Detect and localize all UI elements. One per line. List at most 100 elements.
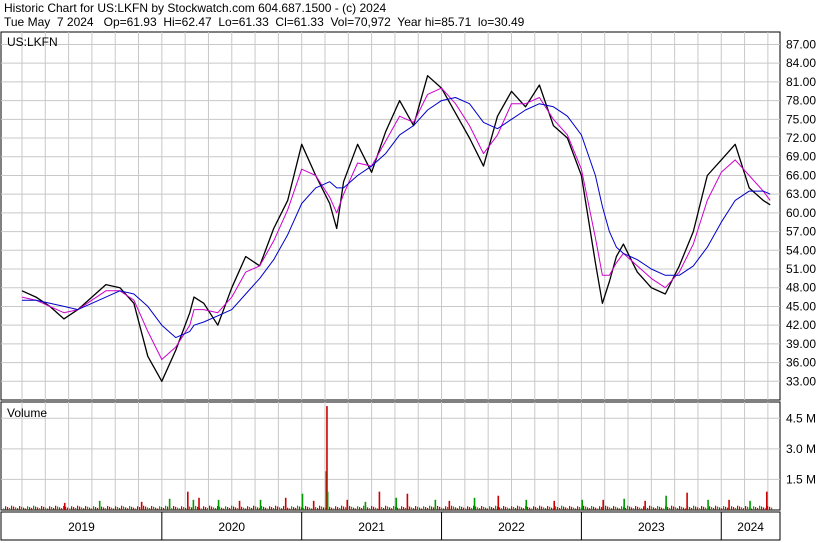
volume-bar-base (71, 506, 73, 510)
volume-bar-base (21, 506, 23, 510)
volume-bar-base (575, 508, 577, 510)
volume-bar-base (705, 507, 707, 510)
volume-bar-base (655, 508, 657, 510)
volume-bar-base (77, 505, 79, 510)
volume-bar-base (467, 506, 469, 510)
volume-label: Volume (7, 406, 47, 420)
volume-bar-base (75, 507, 77, 510)
volume-tick-labels: 4.5 M 3.0 M 1.5 M (786, 411, 816, 486)
volume-bar-base (413, 508, 415, 510)
volume-bar-base (271, 507, 273, 510)
volume-bar-base (717, 506, 719, 510)
volume-bar-base (109, 506, 111, 510)
volume-bar-base (569, 505, 571, 510)
price-tick-label: 45.00 (786, 299, 816, 313)
volume-bar-base (591, 505, 593, 510)
volume-bar-base (295, 507, 297, 510)
volume-bar (473, 497, 476, 510)
volume-bar-base (363, 505, 365, 510)
volume-bar-base (421, 508, 423, 510)
volume-bar-base (105, 508, 107, 510)
volume-bar-base (37, 507, 39, 510)
volume-bar-base (639, 507, 641, 510)
volume-bar-base (557, 507, 559, 510)
volume-bar-base (757, 507, 759, 510)
volume-bar-base (549, 506, 551, 510)
volume-bar-base (667, 507, 669, 510)
volume-bar-base (439, 506, 441, 510)
volume-bar-base (531, 508, 533, 510)
volume-bar (581, 499, 584, 510)
volume-bar-base (401, 506, 403, 510)
volume-bar-base (161, 507, 163, 510)
volume-bar-base (709, 506, 711, 510)
volume-bar (238, 500, 241, 510)
volume-bar-base (129, 505, 131, 510)
volume-bar-base (249, 507, 251, 510)
volume-bar-base (547, 505, 549, 510)
volume-bar-base (317, 507, 319, 510)
volume-bar-base (579, 507, 581, 510)
volume-bar-base (17, 508, 19, 510)
volume-bar-base (377, 508, 379, 510)
volume-bar-base (713, 507, 715, 510)
volume-bar-base (205, 507, 207, 510)
volume-bar-base (375, 507, 377, 510)
volume-bar-base (437, 505, 439, 510)
volume-bar-base (39, 508, 41, 510)
volume-bar-base (491, 507, 493, 510)
volume-bar-base (67, 507, 69, 510)
volume-bar (749, 500, 751, 510)
volume-bar-base (247, 506, 249, 510)
volume-bar-base (213, 507, 215, 510)
volume-bar-base (27, 506, 29, 510)
year-label: 2023 (638, 520, 665, 534)
volume-bar-base (331, 507, 333, 510)
volume-bar-base (541, 506, 543, 510)
volume-bar-base (735, 507, 737, 510)
volume-bar-base (101, 506, 103, 510)
volume-bar-base (653, 507, 655, 510)
volume-bar-base (185, 507, 187, 510)
volume-bar-base (7, 507, 9, 510)
volume-bar-base (253, 505, 255, 510)
volume-bar-base (633, 508, 635, 510)
volume-bar-base (543, 507, 545, 510)
volume-bar-base (123, 506, 125, 510)
volume-bar-base (289, 508, 291, 510)
volume-bar-base (143, 505, 145, 510)
volume-bar-base (279, 507, 281, 510)
volume-bar-base (733, 507, 735, 510)
volume-bar-base (423, 506, 425, 510)
volume-bar-base (743, 508, 745, 510)
volume-bar-base (215, 508, 217, 510)
volume-bar-base (613, 505, 615, 510)
volume-bar-base (703, 506, 705, 510)
volume-bar-base (157, 508, 159, 510)
volume-bar-base (769, 506, 771, 510)
volume-bar-base (595, 507, 597, 510)
volume-bar-base (309, 507, 311, 510)
volume-bar-base (429, 505, 431, 510)
price-tick-label: 63.00 (786, 187, 816, 201)
volume-bar-base (559, 507, 561, 510)
price-panel (0, 31, 781, 401)
price-tick-label: 84.00 (786, 56, 816, 70)
volume-bar-base (257, 507, 259, 510)
volume-bar-base (359, 507, 361, 510)
volume-bar-base (287, 507, 289, 510)
volume-bar-base (393, 505, 395, 510)
volume-bar-base (529, 507, 531, 510)
volume-bar-base (137, 506, 139, 510)
volume-bar-base (93, 506, 95, 510)
volume-bar-base (415, 505, 417, 510)
volume-bar-base (577, 506, 579, 510)
price-tick-labels: 87.00 84.00 81.00 78.00 75.00 72.00 69.00 66.00… (786, 37, 816, 388)
volume-bar-base (179, 508, 181, 510)
volume-bar-base (31, 507, 33, 510)
volume-bar-base (443, 508, 445, 510)
volume-bar-base (85, 505, 87, 510)
volume-bar-base (465, 508, 467, 510)
volume-bar-base (445, 506, 447, 510)
volume-bar-base (761, 506, 763, 510)
